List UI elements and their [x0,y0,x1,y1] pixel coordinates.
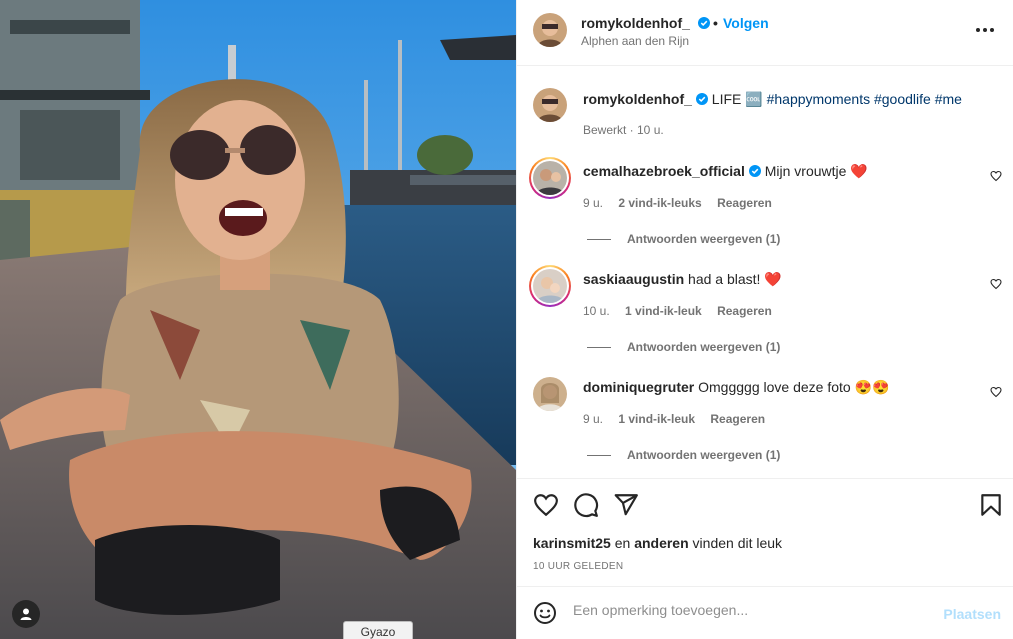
comment-likes[interactable]: 1 vind-ik-leuk [618,412,695,426]
comment-meta: 9 u. 1 vind-ik-leuk Reageren [583,412,765,426]
comment-time[interactable]: 9 u. [583,412,603,426]
user-tag-button[interactable] [12,600,40,628]
view-replies-label: Antwoorden weergeven (1) [627,448,781,462]
caption-text-line: romykoldenhof_ LIFE 🆒 #happymoments #goo… [583,90,973,108]
liked-by-connector: en [614,535,631,551]
comment-input[interactable] [573,602,923,618]
caption-author-avatar[interactable] [533,88,567,122]
comment-like-heart-icon[interactable] [990,386,1002,398]
liked-by-summary: karinsmit25 en anderen vinden dit leuk [533,535,782,551]
comment-likes[interactable]: 1 vind-ik-leuk [625,304,702,318]
author-username-text[interactable]: romykoldenhof_ [581,15,690,31]
view-replies-button[interactable]: Antwoorden weergeven (1) [587,340,780,354]
caption-meta: Bewerkt · 10 u. [583,123,664,137]
verified-badge-icon [748,165,761,177]
comment-body: had a blast! ❤️ [688,271,782,287]
comment-like-heart-icon[interactable] [990,278,1002,290]
photo-illustration [0,0,516,639]
header-separator-dot: • [713,15,718,31]
add-comment-bar: Plaatsen [517,586,1013,639]
comment-text: cemalhazebroek_official Mijn vrouwtje ❤️ [583,162,973,180]
reply-button[interactable]: Reageren [710,412,765,426]
comment-username[interactable]: saskiaaugustin [583,271,684,287]
caption-hashtags[interactable]: #happymoments #goodlife #me [767,91,962,107]
commenter-avatar [533,269,567,303]
commenter-avatar [533,161,567,195]
post-photo[interactable] [0,0,516,639]
gyazo-button[interactable]: Gyazo [343,621,413,639]
liked-by-user[interactable]: karinsmit25 [533,535,611,551]
comment-body: Omggggg love deze foto 😍😍 [698,379,890,395]
comment-meta: 9 u. 2 vind-ik-leuks Reageren [583,196,772,210]
reply-button[interactable]: Reageren [717,196,772,210]
reply-button[interactable]: Reageren [717,304,772,318]
comment-time[interactable]: 10 u. [583,304,610,318]
comment-icon[interactable] [573,492,599,518]
comment-body: Mijn vrouwtje ❤️ [764,163,868,179]
post-location[interactable]: Alphen aan den Rijn [581,34,689,48]
share-icon[interactable] [613,492,639,518]
post-details-panel: romykoldenhof_ • Volgen Alphen aan den R… [516,0,1013,639]
story-ring[interactable] [529,265,571,307]
view-replies-button[interactable]: Antwoorden weergeven (1) [587,448,780,462]
comment-text: dominiquegruter Omggggg love deze foto 😍… [583,378,973,396]
post-comment-button[interactable]: Plaatsen [943,606,1001,622]
emoji-icon[interactable] [533,601,557,625]
view-replies-button[interactable]: Antwoorden weergeven (1) [587,232,780,246]
verified-badge-icon [697,17,710,29]
view-replies-label: Antwoorden weergeven (1) [627,340,781,354]
follow-button[interactable]: Volgen [723,15,769,31]
comment-time[interactable]: 9 u. [583,196,603,210]
bookmark-icon[interactable] [978,492,1004,518]
comment-like-heart-icon[interactable] [990,170,1002,182]
commenter-avatar[interactable] [533,377,567,411]
heart-icon[interactable] [533,492,559,518]
more-options-icon [976,28,980,32]
author-username[interactable]: romykoldenhof_ [581,15,710,31]
post-timestamp[interactable]: 10 UUR GELEDEN [533,561,623,572]
author-avatar[interactable] [533,13,567,47]
caption-username[interactable]: romykoldenhof_ [583,91,692,107]
verified-badge-icon [695,93,708,105]
comment-text: saskiaaugustin had a blast! ❤️ [583,270,973,288]
comment-meta: 10 u. 1 vind-ik-leuk Reageren [583,304,772,318]
comment-likes[interactable]: 2 vind-ik-leuks [618,196,701,210]
liked-by-suffix: vinden dit leuk [692,535,783,551]
view-replies-label: Antwoorden weergeven (1) [627,232,781,246]
story-ring[interactable] [529,157,571,199]
comment-username[interactable]: dominiquegruter [583,379,694,395]
liked-by-others[interactable]: anderen [634,535,688,551]
user-tag-icon [20,608,32,620]
more-options-button[interactable] [973,22,997,38]
post-actions: karinsmit25 en anderen vinden dit leuk 1… [517,478,1013,586]
comments-list[interactable]: romykoldenhof_ LIFE 🆒 #happymoments #goo… [517,66,1013,478]
caption-body: LIFE [711,91,742,107]
comment-username[interactable]: cemalhazebroek_official [583,163,745,179]
post-header: romykoldenhof_ • Volgen Alphen aan den R… [517,0,1013,66]
caption-emoji: 🆒 [745,91,763,107]
